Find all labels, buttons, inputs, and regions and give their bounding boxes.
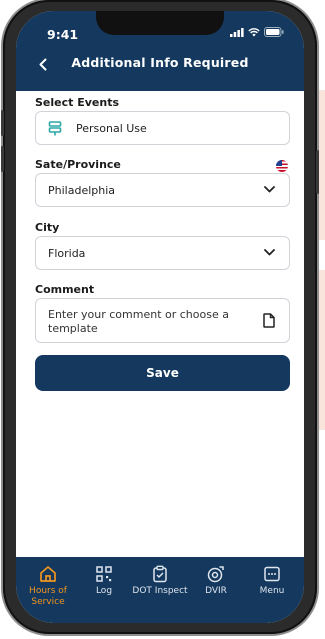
- city-label: City: [35, 221, 60, 234]
- us-flag-icon: [276, 160, 288, 172]
- bottom-tab-bar: Hours of Service Log DOT Inspect DVIR Me…: [16, 557, 304, 623]
- tab-menu[interactable]: Menu: [244, 557, 300, 623]
- home-icon: [40, 566, 56, 582]
- power-button: [316, 150, 319, 194]
- tab-label: DOT Inspect: [132, 586, 188, 596]
- state-select[interactable]: Philadelphia: [35, 173, 290, 207]
- events-select[interactable]: Personal Use: [35, 111, 290, 145]
- state-value: Philadelphia: [48, 184, 116, 197]
- state-label: Sate/Province: [35, 158, 121, 171]
- status-time: 9:41: [47, 27, 79, 42]
- document-template-icon[interactable]: [263, 313, 275, 328]
- tab-dvir[interactable]: DVIR: [188, 557, 244, 623]
- menu-icon: [264, 566, 280, 582]
- tab-label: Menu: [259, 586, 285, 596]
- qr-code-icon: [96, 566, 112, 582]
- volume-up-button: [1, 110, 4, 136]
- tab-hours-of-service[interactable]: Hours of Service: [20, 557, 76, 623]
- tab-label: Log: [95, 586, 113, 596]
- signal-icon: [230, 27, 244, 37]
- tab-label: Hours of Service: [29, 586, 67, 607]
- personal-use-icon: [48, 121, 62, 136]
- notch: [96, 11, 224, 35]
- app-header: 9:41 Additional Info Required: [16, 11, 304, 91]
- events-value: Personal Use: [76, 122, 147, 135]
- comment-input[interactable]: Enter your comment or choose a template: [35, 298, 290, 343]
- comment-placeholder: Enter your comment or choose a template: [48, 308, 229, 335]
- city-value: Florida: [48, 247, 86, 260]
- volume-down-button: [1, 146, 4, 172]
- tab-log[interactable]: Log: [76, 557, 132, 623]
- tab-dot-inspect[interactable]: DOT Inspect: [132, 557, 188, 623]
- save-button[interactable]: Save: [35, 355, 290, 391]
- city-select[interactable]: Florida: [35, 236, 290, 270]
- wifi-icon: [248, 27, 260, 36]
- comment-label: Comment: [35, 283, 95, 296]
- chevron-down-icon: [264, 249, 275, 256]
- page-title: Additional Info Required: [71, 55, 249, 70]
- chevron-down-icon: [264, 186, 275, 193]
- events-label: Select Events: [35, 96, 120, 109]
- tab-label: DVIR: [205, 586, 227, 596]
- tire-icon: [207, 566, 224, 583]
- clipboard-icon: [153, 565, 167, 583]
- app-screen: 9:41 Additional Info Required Select Eve…: [16, 11, 304, 623]
- phone-frame: 9:41 Additional Info Required Select Eve…: [1, 0, 319, 634]
- status-icons: [230, 27, 284, 37]
- battery-icon: [264, 27, 284, 37]
